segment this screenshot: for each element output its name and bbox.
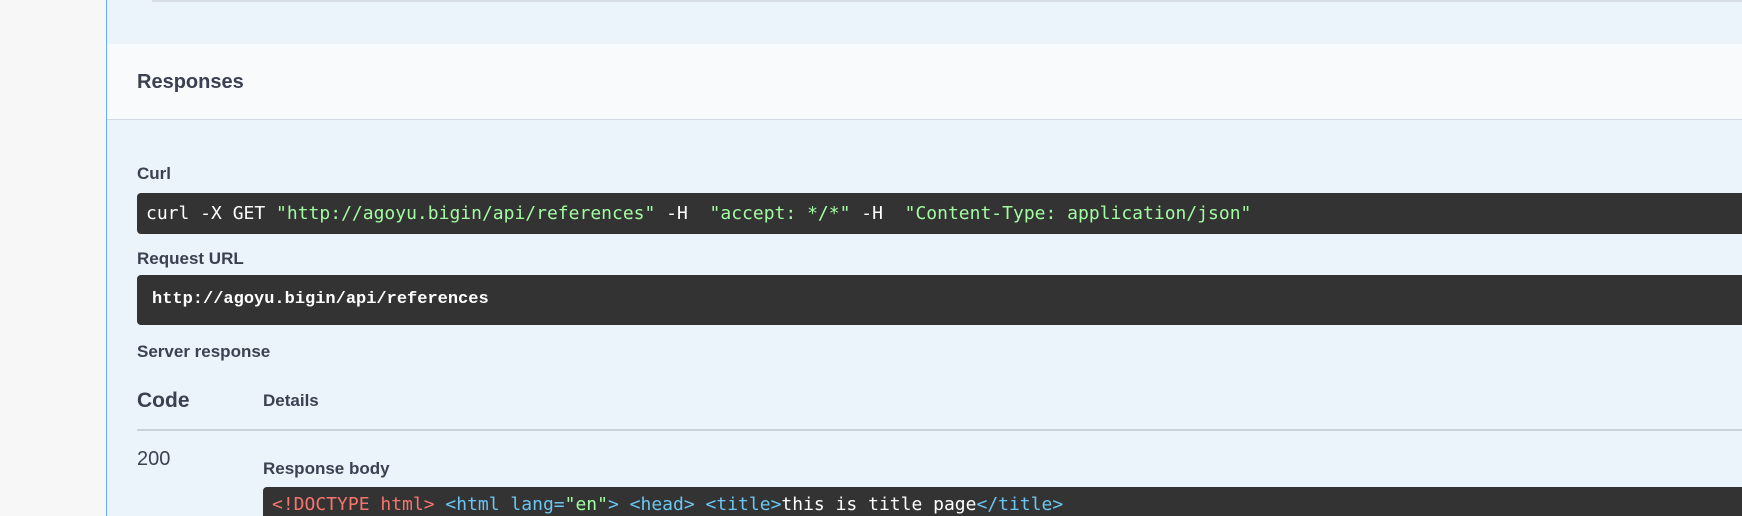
operation-panel: Responses Curl curl -X GET "http://agoyu… bbox=[106, 0, 1742, 516]
responses-header: Responses bbox=[107, 44, 1742, 120]
column-header-details: Details bbox=[263, 391, 319, 410]
curl-command[interactable]: curl -X GET "http://agoyu.bigin/api/refe… bbox=[137, 193, 1742, 234]
body-title-text: this is title page bbox=[781, 494, 977, 515]
curl-url: "http://agoyu.bigin/api/references" bbox=[276, 203, 656, 224]
parameters-bottom-edge bbox=[152, 0, 1742, 2]
curl-content-type-header: "Content-Type: application/json" bbox=[904, 203, 1252, 224]
curl-flag-2: -H bbox=[850, 203, 905, 224]
curl-cmd-start: curl -X GET bbox=[146, 203, 277, 224]
responses-title: Responses bbox=[137, 71, 244, 93]
response-body-label: Response body bbox=[263, 459, 390, 478]
body-title-open: <title> bbox=[705, 494, 782, 515]
body-head-tag: <head> bbox=[629, 494, 695, 515]
table-header-divider bbox=[137, 429, 1742, 431]
curl-accept-header: "accept: */*" bbox=[709, 203, 851, 224]
body-html-close: > bbox=[607, 494, 619, 515]
response-status-code: 200 bbox=[137, 448, 171, 470]
response-body[interactable]: <!DOCTYPE html> <html lang="en"> <head> … bbox=[263, 487, 1742, 516]
body-html-open: <html lang= bbox=[445, 494, 565, 515]
body-doctype: <!DOCTYPE html> bbox=[272, 494, 435, 515]
request-url-label: Request URL bbox=[137, 249, 244, 268]
curl-flag-1: -H bbox=[655, 203, 710, 224]
request-url-value[interactable]: http://agoyu.bigin/api/references bbox=[137, 275, 1742, 325]
server-response-label: Server response bbox=[137, 342, 271, 361]
body-title-close: </title> bbox=[976, 494, 1064, 515]
curl-label: Curl bbox=[137, 164, 171, 183]
body-lang-value: "en" bbox=[564, 494, 608, 515]
column-header-code: Code bbox=[137, 389, 190, 412]
